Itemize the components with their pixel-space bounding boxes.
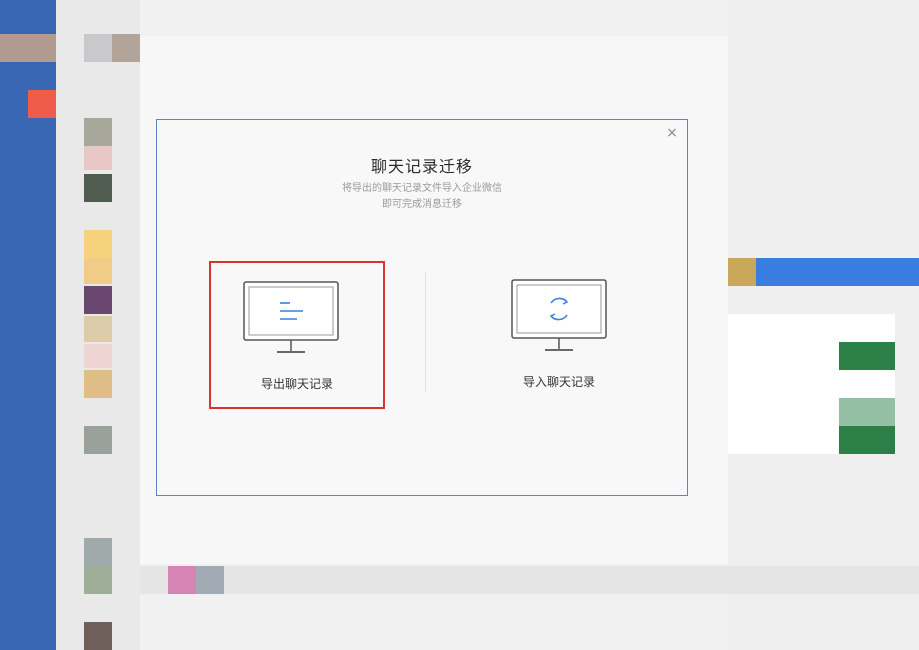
monitor-sync-icon bbox=[511, 279, 607, 351]
import-chat-history-button[interactable]: 导入聊天记录 bbox=[471, 261, 647, 409]
close-icon[interactable]: × bbox=[663, 124, 681, 142]
dialog-subtitle: 将导出的聊天记录文件导入企业微信 即可完成消息迁移 bbox=[157, 181, 687, 213]
app-window: × 聊天记录迁移 将导出的聊天记录文件导入企业微信 即可完成消息迁移 导出聊天记… bbox=[0, 0, 919, 650]
sidebar-avatar bbox=[0, 34, 56, 62]
conversation-list bbox=[56, 0, 140, 650]
dialog-subtitle-line2: 即可完成消息迁移 bbox=[382, 199, 462, 210]
export-chat-history-label: 导出聊天记录 bbox=[260, 377, 333, 391]
right-panel bbox=[728, 0, 919, 650]
sidebar-badge bbox=[28, 90, 56, 118]
chat-migration-dialog: × 聊天记录迁移 将导出的聊天记录文件导入企业微信 即可完成消息迁移 导出聊天记… bbox=[156, 119, 688, 496]
monitor-lines-icon bbox=[243, 281, 339, 353]
options-divider bbox=[425, 272, 426, 392]
dialog-title: 聊天记录迁移 bbox=[370, 157, 473, 176]
dialog-subtitle-line1: 将导出的聊天记录文件导入企业微信 bbox=[342, 183, 502, 194]
export-chat-history-button[interactable]: 导出聊天记录 bbox=[209, 261, 385, 409]
import-chat-history-label: 导入聊天记录 bbox=[522, 375, 595, 389]
bottom-toolbar bbox=[140, 566, 919, 594]
